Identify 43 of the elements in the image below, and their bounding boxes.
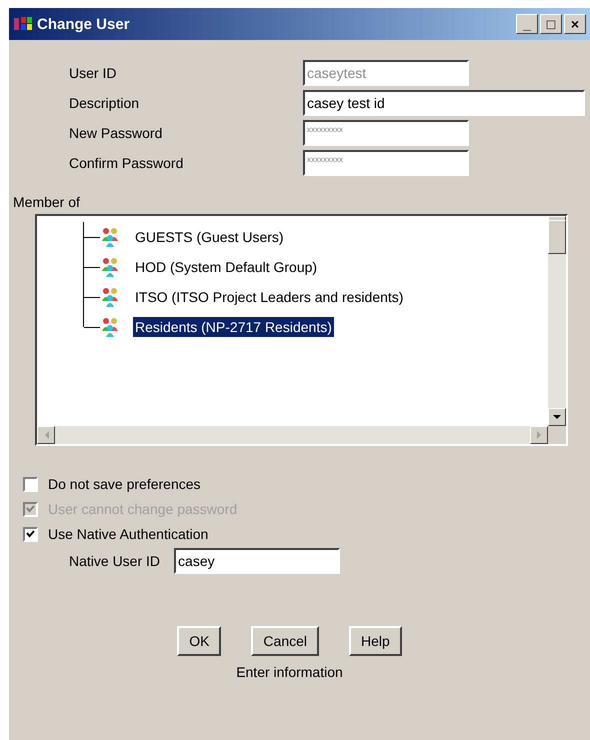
field-label: User ID bbox=[69, 65, 118, 81]
section-label: Member of bbox=[13, 194, 81, 210]
checkbox-label: Do not save preferences bbox=[48, 476, 201, 492]
scrollbar-thumb[interactable] bbox=[548, 220, 566, 254]
group-tree[interactable]: GUESTS (Guest Users) HOD (System Default Group) ITSO (ITSO Project Leaders and residents) Residents (NP-2717 Residents) bbox=[35, 214, 568, 446]
checkbox-label: Use Native Authentication bbox=[48, 526, 208, 542]
dialog-button[interactable]: Cancel bbox=[251, 626, 320, 656]
field-label: Confirm Password bbox=[69, 155, 184, 171]
app-icon bbox=[13, 15, 33, 33]
field-label: Description bbox=[69, 95, 140, 111]
down-arrow-icon bbox=[553, 414, 561, 420]
password-field[interactable]: xxxxxxxxx bbox=[303, 150, 469, 176]
group-icon bbox=[99, 287, 121, 307]
group-icon bbox=[99, 317, 121, 337]
minimize-button[interactable]: _ bbox=[516, 14, 538, 34]
password-field[interactable]: xxxxxxxxx bbox=[303, 120, 469, 146]
window-title: Change User bbox=[37, 16, 131, 32]
tree-line bbox=[83, 252, 99, 282]
scrollbar-corner bbox=[548, 426, 566, 444]
field-label: New Password bbox=[69, 125, 164, 141]
maximize-button[interactable]: □ bbox=[540, 14, 562, 34]
dialog-button[interactable]: OK bbox=[177, 626, 222, 656]
group-icon bbox=[99, 257, 121, 277]
dialog-button[interactable]: Help bbox=[349, 626, 402, 656]
left-arrow-icon bbox=[44, 431, 48, 439]
checkmark-icon bbox=[26, 505, 35, 513]
close-button[interactable]: × bbox=[564, 14, 586, 34]
tree-item[interactable]: HOD (System Default Group) bbox=[133, 257, 320, 277]
checkbox[interactable] bbox=[23, 476, 38, 492]
tree-item[interactable]: Residents (NP-2717 Residents) bbox=[133, 317, 334, 337]
tree-item[interactable]: GUESTS (Guest Users) bbox=[133, 227, 286, 247]
right-arrow-icon bbox=[536, 431, 542, 439]
tree-item[interactable]: ITSO (ITSO Project Leaders and residents) bbox=[133, 287, 406, 307]
tree-line bbox=[83, 222, 99, 252]
status-text: Enter information bbox=[235, 664, 344, 680]
checkbox[interactable] bbox=[23, 526, 38, 542]
vertical-scrollbar[interactable] bbox=[548, 216, 566, 426]
text-field[interactable]: casey bbox=[174, 548, 340, 574]
field-label: Native User ID bbox=[69, 553, 160, 569]
group-icon bbox=[99, 227, 121, 247]
text-field[interactable]: casey test id bbox=[303, 90, 585, 116]
horizontal-scrollbar[interactable] bbox=[37, 426, 548, 444]
checkmark-icon bbox=[26, 530, 35, 538]
